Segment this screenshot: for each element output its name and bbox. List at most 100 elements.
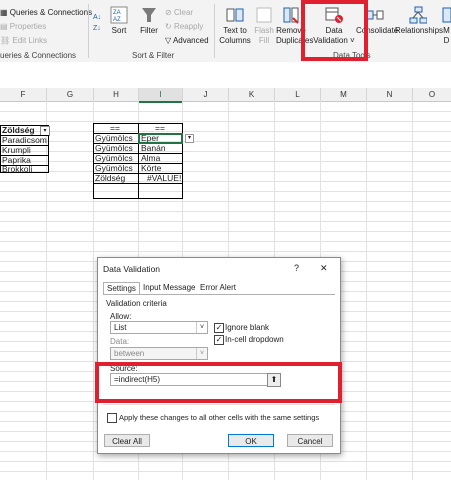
column-header-o[interactable]: O xyxy=(413,88,451,102)
gridline xyxy=(0,111,451,112)
cell-h-header[interactable]: == xyxy=(110,124,120,133)
cell-i[interactable]: Eper xyxy=(141,134,159,143)
column-header-k[interactable]: K xyxy=(229,88,275,102)
help-button[interactable]: ? xyxy=(294,263,299,273)
gridline xyxy=(0,211,451,212)
flash-fill-button[interactable]: Flash Fill xyxy=(253,6,275,46)
sort-button[interactable]: ZA AZ Sort xyxy=(106,6,132,36)
cell-i-header[interactable]: == xyxy=(155,124,165,133)
allow-label: Allow: xyxy=(110,312,132,321)
ignore-blank-label: Ignore blank xyxy=(225,323,270,332)
validation-criteria-label: Validation criteria xyxy=(106,299,167,308)
dialog-title: Data Validation xyxy=(103,264,161,274)
gridline xyxy=(0,471,451,472)
cell-f[interactable]: Krumpli xyxy=(2,146,31,155)
cell-h[interactable]: Gyümölcs xyxy=(95,134,133,143)
cell-border xyxy=(93,183,183,184)
source-highlight xyxy=(95,362,342,403)
svg-text:AZ: AZ xyxy=(113,17,121,23)
data-model-icon xyxy=(442,7,451,23)
sort-filter-group-label: Sort & Filter xyxy=(132,51,175,60)
clear-icon: ⊘ xyxy=(165,8,172,17)
gridline xyxy=(0,141,451,142)
column-header-f[interactable]: F xyxy=(0,88,47,102)
remove-duplicates-icon xyxy=(283,7,299,24)
cell-i[interactable]: Banán xyxy=(141,144,166,153)
reapply-button[interactable]: ↻ Reapply xyxy=(165,22,203,31)
properties-button[interactable]: ▤ Properties xyxy=(0,22,46,31)
manage-data-model-button[interactable]: MD xyxy=(442,6,451,46)
cell-i[interactable]: Körte xyxy=(141,164,161,173)
group-separator xyxy=(214,4,215,58)
data-validation-dialog: Data Validation ? ✕ Settings Input Messa… xyxy=(97,257,341,454)
edit-links-button[interactable]: ⛓ Edit Links xyxy=(0,36,47,45)
column-header-h[interactable]: H xyxy=(94,88,139,102)
tab-input-message[interactable]: Input Message xyxy=(140,282,198,294)
cell-f[interactable]: Paradicsom xyxy=(2,136,47,145)
cell-h[interactable]: Gyümölcs xyxy=(95,164,133,173)
gridline xyxy=(0,461,451,462)
close-button[interactable]: ✕ xyxy=(320,263,328,274)
apply-all-checkbox[interactable] xyxy=(107,413,117,423)
svg-text:Z↓: Z↓ xyxy=(93,25,101,32)
tab-error-alert[interactable]: Error Alert xyxy=(197,282,239,294)
data-validation-highlight xyxy=(301,0,368,61)
queries-connections-button[interactable]: ▦ Queries & Connections xyxy=(0,8,92,17)
gridline xyxy=(0,171,451,172)
relationships-button[interactable]: Relationships xyxy=(395,6,443,36)
text-to-columns-button[interactable]: Text to Columns xyxy=(217,6,253,46)
column-header-n[interactable]: N xyxy=(367,88,413,102)
ok-button[interactable]: OK xyxy=(228,434,274,447)
filter-icon xyxy=(142,8,156,22)
data-label: Data: xyxy=(110,337,130,346)
gridline xyxy=(0,151,451,152)
cell-i-error[interactable]: #VALUE! xyxy=(147,174,181,183)
consolidate-icon xyxy=(366,10,384,20)
edit-links-icon: ⛓ xyxy=(0,36,11,45)
gridline xyxy=(0,231,451,232)
column-header-j[interactable]: J xyxy=(183,88,229,102)
cell-f[interactable]: Brokkoli xyxy=(2,165,32,174)
cancel-button[interactable]: Cancel xyxy=(287,434,333,447)
clear-button[interactable]: ⊘ Clear xyxy=(165,8,193,17)
gridline xyxy=(0,201,451,202)
column-header-m[interactable]: M xyxy=(321,88,367,102)
apply-all-label: Apply these changes to all other cells w… xyxy=(119,413,320,422)
cell-h[interactable]: Zöldség xyxy=(95,174,125,183)
cell-dropdown-icon[interactable]: ▾ xyxy=(185,134,194,143)
clear-all-button[interactable]: Clear All xyxy=(104,434,150,447)
ribbon: ▦ Queries & Connections ▤ Properties ⛓ E… xyxy=(0,0,451,63)
column-header-i[interactable]: I xyxy=(139,88,183,103)
queries-group-label: ueries & Connections xyxy=(0,51,77,60)
gridline xyxy=(0,221,451,222)
divider xyxy=(103,404,335,405)
group-separator xyxy=(88,4,89,58)
in-cell-dropdown-checkbox[interactable]: ✓ xyxy=(214,335,224,345)
svg-text:A↓: A↓ xyxy=(93,14,101,21)
ignore-blank-checkbox[interactable]: ✓ xyxy=(214,323,224,333)
allow-select[interactable]: List ˅ xyxy=(110,321,208,334)
gridline xyxy=(0,131,451,132)
column-header-g[interactable]: G xyxy=(47,88,94,102)
sort-icon: ZAAZ xyxy=(110,6,128,24)
filter-button[interactable]: Filter xyxy=(136,6,162,36)
relationships-icon xyxy=(409,6,427,24)
flash-fill-icon xyxy=(256,7,272,23)
text-to-columns-icon xyxy=(226,8,244,22)
cell-h[interactable]: Gyümölcs xyxy=(95,154,133,163)
chevron-down-icon: ˅ xyxy=(196,322,207,333)
reapply-icon: ↻ xyxy=(165,22,172,31)
column-header-l[interactable]: L xyxy=(275,88,321,102)
cell-h[interactable]: Gyümölcs xyxy=(95,144,133,153)
advanced-icon: ▽ xyxy=(165,36,172,45)
properties-icon: ▤ xyxy=(0,22,8,31)
gridline xyxy=(0,161,451,162)
chevron-down-icon: ˅ xyxy=(196,348,207,359)
sort-az-icon[interactable]: A↓ Z↓ xyxy=(93,10,105,36)
advanced-button[interactable]: ▽ Advanced xyxy=(165,36,209,45)
cell-i[interactable]: Alma xyxy=(141,154,160,163)
data-select[interactable]: between ˅ xyxy=(110,347,208,360)
gridline xyxy=(0,181,451,182)
tab-divider xyxy=(103,294,335,295)
gridline xyxy=(0,241,451,242)
